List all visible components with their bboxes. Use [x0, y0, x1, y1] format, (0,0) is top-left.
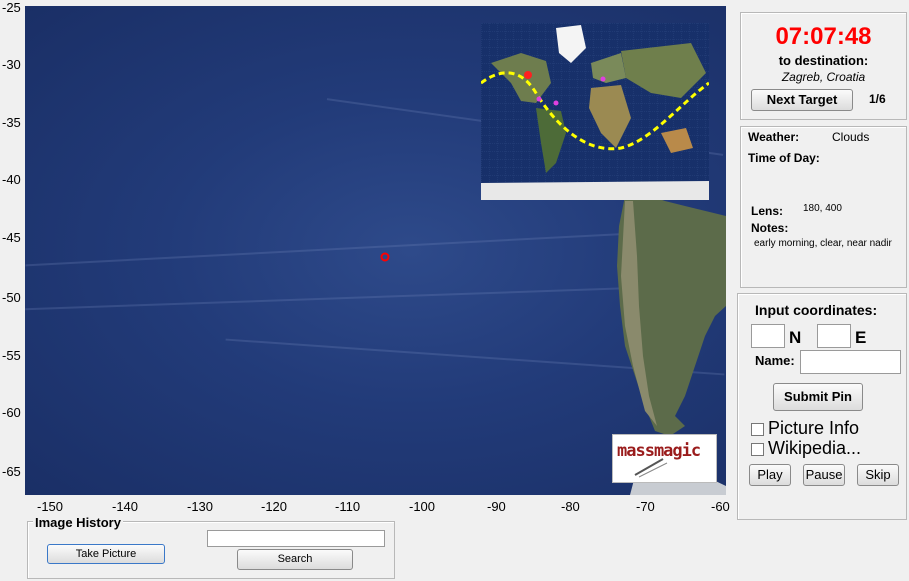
longitude-input[interactable]: [817, 324, 851, 348]
notes-label: Notes:: [751, 221, 789, 235]
input-coordinates-title: Input coordinates:: [755, 302, 878, 318]
lens-value: 180, 400: [803, 203, 842, 214]
search-input[interactable]: [207, 530, 385, 547]
y-tick-label: -25: [2, 0, 21, 15]
info-panel: Weather: Clouds Time of Day: Lens: 180, …: [740, 126, 907, 288]
x-tick-label: -90: [487, 499, 506, 514]
pause-button[interactable]: Pause: [803, 464, 845, 486]
y-tick-label: -45: [2, 230, 21, 245]
submit-pin-button[interactable]: Submit Pin: [773, 383, 863, 411]
pin-name-input[interactable]: [800, 350, 901, 374]
search-button[interactable]: Search: [237, 549, 353, 570]
skip-button[interactable]: Skip: [857, 464, 899, 486]
world-overview-map: [481, 23, 709, 200]
massmagic-logo: massmagic: [612, 434, 717, 483]
wikipedia-label: Wikipedia...: [768, 438, 862, 458]
next-target-button[interactable]: Next Target: [751, 89, 853, 111]
weather-value: Clouds: [832, 130, 870, 144]
y-tick-label: -55: [2, 348, 21, 363]
x-tick-label: -150: [37, 499, 64, 514]
x-tick-label: -110: [335, 499, 361, 514]
x-tick-label: -100: [409, 499, 436, 514]
x-tick-label: -140: [112, 499, 139, 514]
target-marker-icon: [380, 252, 390, 262]
north-label: N: [789, 328, 802, 347]
destination-name: Zagreb, Croatia: [781, 70, 866, 84]
x-tick-label: -60: [711, 499, 730, 514]
wikipedia-checkbox[interactable]: [751, 443, 764, 456]
world-map-icon: [481, 23, 709, 200]
x-tick-label: -120: [261, 499, 288, 514]
take-picture-button[interactable]: Take Picture: [47, 544, 165, 564]
x-tick-label: -80: [561, 499, 580, 514]
notes-value: early morning, clear, near nadir: [754, 238, 892, 249]
y-tick-label: -65: [2, 464, 21, 479]
to-destination-label: to destination:: [778, 53, 869, 68]
name-label: Name:: [755, 353, 795, 368]
y-tick-label: -30: [2, 57, 21, 72]
destination-panel: 07:07:48 to destination: Zagreb, Croatia…: [740, 12, 907, 120]
y-tick-label: -40: [2, 172, 21, 187]
x-tick-label: -130: [187, 499, 214, 514]
lens-label: Lens:: [751, 204, 784, 218]
time-of-day-label: Time of Day:: [748, 151, 820, 165]
picture-info-checkbox[interactable]: [751, 423, 764, 436]
x-tick-label: -70: [636, 499, 655, 514]
countdown-timer: 07:07:48: [775, 23, 872, 50]
east-label: E: [855, 328, 867, 347]
latitude-input[interactable]: [751, 324, 785, 348]
weather-label: Weather:: [748, 130, 800, 144]
image-history-title: Image History: [33, 515, 123, 530]
y-tick-label: -50: [2, 290, 21, 305]
y-tick-label: -60: [2, 405, 21, 420]
image-history-panel: Image History Take Picture Search: [27, 515, 395, 579]
picture-info-label: Picture Info: [768, 418, 860, 438]
y-tick-label: -35: [2, 115, 21, 130]
coordinates-panel: Input coordinates: N E Name: Submit Pin …: [737, 293, 907, 520]
play-button[interactable]: Play: [749, 464, 791, 486]
rocket-logo-icon: [634, 458, 668, 478]
target-progress: 1/6: [869, 92, 886, 106]
